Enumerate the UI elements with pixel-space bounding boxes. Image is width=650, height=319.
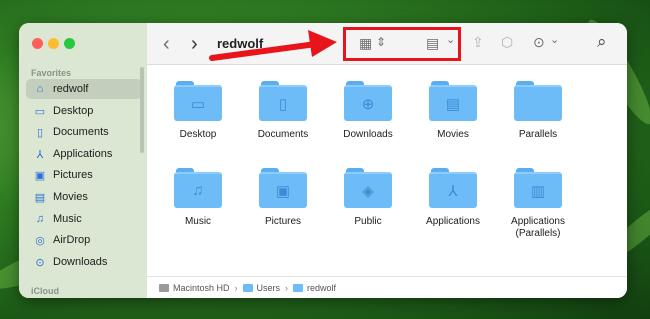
annotation-arrow bbox=[209, 30, 337, 61]
